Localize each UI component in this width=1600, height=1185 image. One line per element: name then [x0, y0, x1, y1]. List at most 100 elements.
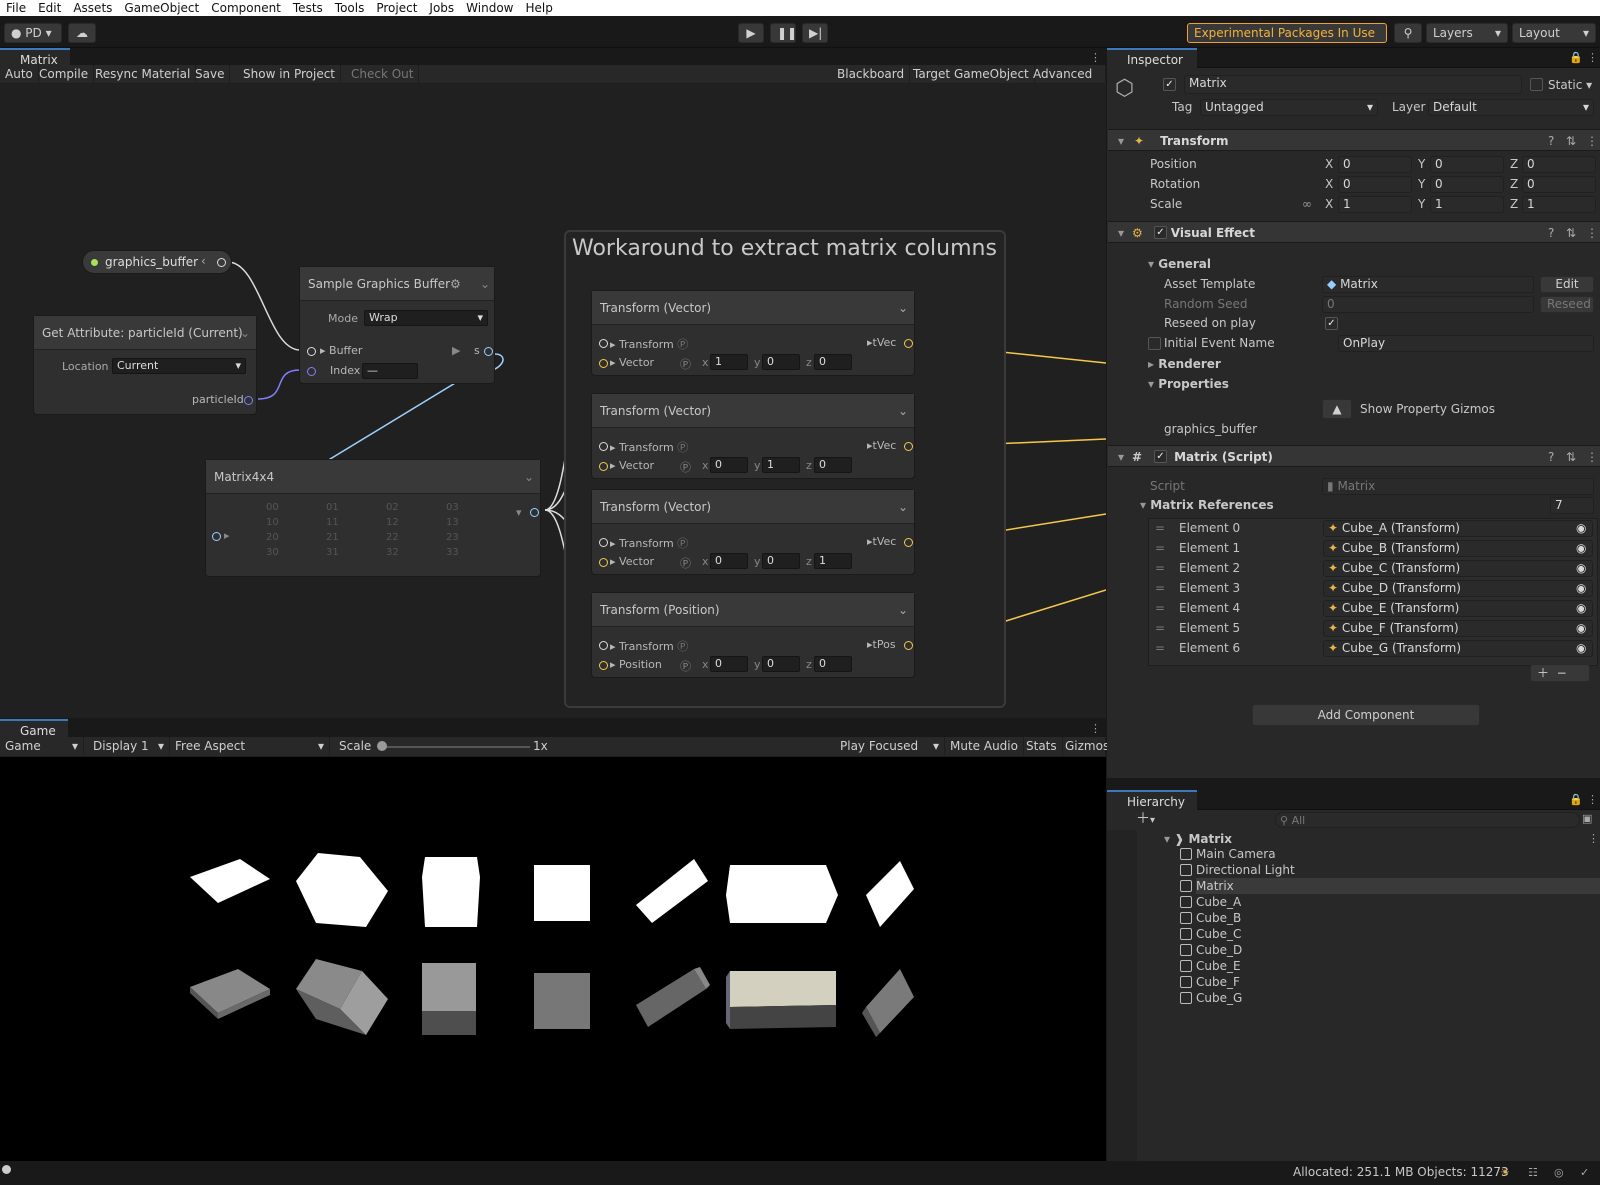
script-field[interactable]: ▮ Matrix: [1322, 478, 1594, 495]
menu-item-project[interactable]: Project: [370, 0, 423, 16]
show-in-project-button[interactable]: Show in Project: [238, 65, 342, 83]
script-enabled-checkbox[interactable]: ✓: [1154, 450, 1167, 463]
scale-slider[interactable]: [380, 746, 530, 748]
scene-search-icon[interactable]: ▣: [1582, 812, 1592, 826]
reference-row[interactable]: = Element 5 ✦ Cube_F (Transform) ◉: [1149, 619, 1597, 639]
more-icon[interactable]: ⋮: [1586, 130, 1598, 152]
step-icon[interactable]: ▶|: [802, 23, 828, 43]
vector-z-field[interactable]: 0: [814, 457, 852, 473]
rotation-y-field[interactable]: 0: [1430, 176, 1504, 193]
layer-dropdown[interactable]: Default ▾: [1428, 99, 1594, 116]
chevron-down-icon[interactable]: ⌄: [480, 267, 490, 301]
search-icon[interactable]: ⚲: [1394, 23, 1422, 43]
matrix-cell[interactable]: 03: [446, 502, 506, 517]
drag-handle-icon[interactable]: =: [1155, 541, 1165, 555]
initial-event-checkbox[interactable]: [1148, 337, 1161, 350]
scale-z-field[interactable]: 1: [1522, 196, 1596, 213]
network-icon[interactable]: ◎: [1554, 1166, 1564, 1180]
tag-dropdown[interactable]: Untagged ▾: [1200, 99, 1378, 116]
vector-x-field[interactable]: 1: [710, 354, 748, 370]
initial-event-field[interactable]: OnPlay: [1338, 335, 1594, 352]
lock-icon[interactable]: 🔒: [1569, 51, 1583, 65]
drag-handle-icon[interactable]: =: [1155, 621, 1165, 635]
transform-input-port[interactable]: [599, 538, 608, 547]
menu-item-edit[interactable]: Edit: [32, 0, 67, 16]
game-viewport[interactable]: [0, 757, 1106, 1161]
hierarchy-item[interactable]: Main Camera: [1180, 846, 1276, 862]
chevron-down-icon[interactable]: ⌄: [524, 460, 534, 494]
matrix-output-port[interactable]: [530, 508, 539, 517]
tvec-output-port[interactable]: [904, 538, 913, 547]
space-icon[interactable]: Ⓟ: [680, 658, 691, 674]
transform-header[interactable]: ▾ ✦ Transform? ⇅ ⋮: [1108, 129, 1600, 151]
reference-row[interactable]: = Element 4 ✦ Cube_E (Transform) ◉: [1149, 599, 1597, 619]
position-input-port[interactable]: [599, 661, 608, 670]
space-icon[interactable]: Ⓟ: [680, 459, 691, 475]
matrix-cell[interactable]: 21: [326, 532, 386, 547]
menu-item-file[interactable]: File: [0, 0, 32, 16]
cache-icon[interactable]: ☷: [1528, 1166, 1538, 1180]
chevron-down-icon[interactable]: ⌄: [898, 291, 908, 325]
menu-item-tools[interactable]: Tools: [329, 0, 371, 16]
hierarchy-item[interactable]: Cube_G: [1180, 990, 1242, 1006]
hierarchy-item[interactable]: Cube_F: [1180, 974, 1240, 990]
position-y-field[interactable]: 0: [762, 656, 800, 672]
tab-game[interactable]: Game: [0, 719, 68, 739]
preset-icon[interactable]: ⇅: [1566, 130, 1576, 152]
chevron-down-icon[interactable]: ⌄: [898, 593, 908, 627]
more-icon[interactable]: ⋮: [1587, 51, 1598, 65]
matrix-cell[interactable]: 20: [266, 532, 326, 547]
help-icon[interactable]: ?: [1548, 222, 1554, 244]
chevron-down-icon[interactable]: ⌄: [898, 490, 908, 524]
experimental-packages-dropdown[interactable]: Experimental Packages In Use ▾: [1187, 23, 1387, 58]
object-picker-icon[interactable]: ◉: [1576, 541, 1586, 556]
transform-input-port[interactable]: [599, 442, 608, 451]
foldout-icon[interactable]: ▾: [1108, 450, 1124, 464]
matrix-cell[interactable]: 00: [266, 502, 326, 517]
drag-handle-icon[interactable]: =: [1155, 521, 1165, 535]
space-icon[interactable]: Ⓟ: [680, 555, 691, 571]
tvec-output-port[interactable]: [904, 442, 913, 451]
matrix-references-foldout[interactable]: ▾ Matrix References: [1140, 496, 1274, 514]
buffer-input-port[interactable]: [307, 347, 316, 356]
vector-y-field[interactable]: 0: [762, 354, 800, 370]
menu-item-gameobject[interactable]: GameObject: [118, 0, 205, 16]
more-icon[interactable]: ⋮: [1588, 832, 1599, 846]
menu-item-assets[interactable]: Assets: [67, 0, 118, 16]
active-checkbox[interactable]: ✓: [1163, 78, 1176, 91]
visual-effect-header[interactable]: ▾ ⚙ ✓ Visual Effect? ⇅ ⋮: [1108, 221, 1600, 243]
expand-icon[interactable]: ▾: [516, 506, 522, 519]
vector-z-field[interactable]: 0: [814, 354, 852, 370]
play-icon[interactable]: ▶: [738, 23, 764, 43]
transform-vector-node[interactable]: Transform (Vector) ⌄ ▸ Transform Ⓟ ▸ Vect…: [591, 290, 915, 376]
vector-input-port[interactable]: [599, 359, 608, 368]
more-icon[interactable]: ⋮: [1090, 722, 1101, 736]
object-picker-icon[interactable]: ◉: [1576, 561, 1586, 576]
tab-hierarchy[interactable]: Hierarchy: [1107, 790, 1197, 810]
gizmos-dropdown[interactable]: Gizmos: [1060, 737, 1109, 755]
more-icon[interactable]: ⋮: [1586, 446, 1598, 468]
link-icon[interactable]: ∞: [1302, 195, 1312, 213]
matrix4x4-node[interactable]: Matrix4x4 ⌄ ▸ 00 01 02 03 10 11 12 13 20 21 22 23 …: [205, 459, 541, 577]
menu-item-window[interactable]: Window: [460, 0, 519, 16]
matrix-cell[interactable]: 30: [266, 547, 326, 562]
object-picker-icon[interactable]: ◉: [1576, 581, 1586, 596]
sample-graphics-buffer-node[interactable]: Sample Graphics Buffer ⚙ ⌄ Mode Wrap ▾ ▸ Bu…: [299, 266, 495, 384]
visual-effect-enabled-checkbox[interactable]: ✓: [1154, 226, 1167, 239]
preset-icon[interactable]: ⇅: [1566, 446, 1576, 468]
vector-z-field[interactable]: 1: [814, 553, 852, 569]
matrix-cell[interactable]: 02: [386, 502, 446, 517]
position-x-field[interactable]: 0: [1338, 156, 1412, 173]
index-field[interactable]: —: [362, 363, 418, 379]
drag-handle-icon[interactable]: =: [1155, 601, 1165, 615]
menu-item-jobs[interactable]: Jobs: [423, 0, 460, 16]
matrix-cell[interactable]: 23: [446, 532, 506, 547]
space-icon[interactable]: Ⓟ: [680, 356, 691, 372]
hierarchy-item[interactable]: Cube_A: [1180, 894, 1241, 910]
matrix-cell[interactable]: 33: [446, 547, 506, 562]
object-picker-icon[interactable]: ◉: [1576, 641, 1586, 656]
chevron-down-icon[interactable]: ⌄: [898, 394, 908, 428]
reference-row[interactable]: = Element 0 ✦ Cube_A (Transform) ◉: [1149, 519, 1597, 539]
reseed-on-play-checkbox[interactable]: ✓: [1325, 317, 1338, 330]
element-field[interactable]: ✦ Cube_E (Transform) ◉: [1323, 600, 1593, 617]
